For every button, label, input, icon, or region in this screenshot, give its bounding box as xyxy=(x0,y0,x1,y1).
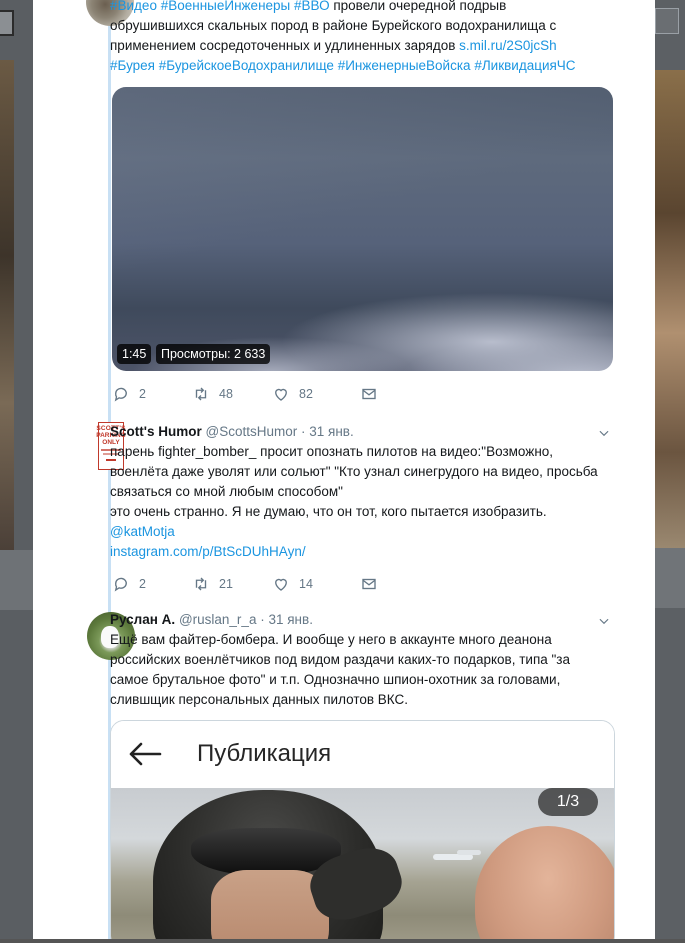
tweet-line: Ещё вам файтер-бомбера. И вообще у него … xyxy=(110,632,552,647)
tweet-text-segment: провели очередной подрыв xyxy=(329,0,507,13)
image-counter: 1/3 xyxy=(538,788,598,816)
like-count: 14 xyxy=(299,577,313,591)
reply-count: 2 xyxy=(139,387,146,401)
hashtag-link[interactable]: #Бурея xyxy=(110,58,155,73)
heart-icon xyxy=(275,388,287,401)
author-handle[interactable]: @ScottsHumor xyxy=(205,424,297,439)
author-name[interactable]: Руслан А. xyxy=(110,612,175,627)
tweet-header: Scott's Humor @ScottsHumor · 31 янв. xyxy=(110,422,354,442)
separator: · xyxy=(300,424,306,439)
aircraft-shape xyxy=(457,850,481,855)
background-left-edge xyxy=(0,0,33,943)
tweet-text: парень fighter_bomber_ просит опознать п… xyxy=(110,442,650,562)
video-frame xyxy=(112,87,613,371)
back-arrow-icon xyxy=(127,739,163,769)
tweet-line: российских военлётчиков под видом раздач… xyxy=(110,652,571,667)
instagram-header: Публикация xyxy=(111,721,614,787)
tweet-menu-button[interactable] xyxy=(597,614,611,628)
background-photo xyxy=(655,70,685,548)
like-count: 82 xyxy=(299,387,313,401)
reply-icon xyxy=(114,577,127,592)
video-views-badge: Просмотры: 2 633 xyxy=(156,344,271,364)
reply-button[interactable]: 2 xyxy=(112,385,192,403)
chevron-down-icon xyxy=(599,430,609,437)
separator: · xyxy=(260,612,265,627)
reply-icon xyxy=(114,387,127,402)
tweet-thread-panel: #Видео #ВоенныеИнженеры #ВВО провели оче… xyxy=(33,0,655,943)
tweet-line: связаться со мной любым способом" xyxy=(110,484,343,499)
video-player[interactable]: 1:45 Просмотры: 2 633 xyxy=(112,87,613,371)
instagram-title: Публикация xyxy=(197,740,332,767)
direct-message-button[interactable] xyxy=(360,385,378,403)
tweet-line: применением сосредоточенных и удлиненных… xyxy=(110,36,650,56)
tweet-text-segment: применением сосредоточенных и удлиненных… xyxy=(110,38,460,53)
instagram-screenshot[interactable]: Публикация 1/3 xyxy=(110,720,615,943)
background-band xyxy=(0,550,33,610)
background-right-edge xyxy=(655,0,685,943)
background-button xyxy=(655,8,679,34)
direct-message-button[interactable] xyxy=(360,575,378,593)
tweet-actions: 2 48 82 xyxy=(112,384,378,404)
hashtag-link[interactable]: #ВВО xyxy=(294,0,330,13)
retweet-count: 48 xyxy=(219,387,233,401)
hashtag-link[interactable]: #ВоенныеИнженеры xyxy=(161,0,291,13)
envelope-icon xyxy=(362,578,376,590)
heart-icon xyxy=(275,578,287,591)
retweet-count: 21 xyxy=(219,577,233,591)
background-band xyxy=(655,548,685,608)
pilot-photo: 1/3 xyxy=(111,788,614,943)
tweet-menu-button[interactable] xyxy=(597,426,611,440)
tweet-line: военлёта даже уволят или сольют" "Кто уз… xyxy=(110,464,598,479)
tweet-actions: 2 21 14 xyxy=(112,574,378,594)
background-photo xyxy=(0,60,14,550)
envelope-icon xyxy=(362,388,376,400)
hashtag-link[interactable]: #ЛиквидацияЧС xyxy=(474,58,575,73)
chevron-down-icon xyxy=(599,618,609,625)
retweet-button[interactable]: 21 xyxy=(192,575,272,593)
tweet-header: Руслан А. @ruslan_r_a · 31 янв. xyxy=(110,610,313,630)
reply-count: 2 xyxy=(139,577,146,591)
tweet-line: обрушившихся скальных пород в районе Бур… xyxy=(110,16,650,36)
tweet-text: Ещё вам файтер-бомбера. И вообще у него … xyxy=(110,630,650,710)
retweet-icon xyxy=(195,577,207,591)
second-person xyxy=(475,826,614,943)
tweet-line: самое брутальное фото" и т.п. Однозначно… xyxy=(110,672,561,687)
tweet-date[interactable]: 31 янв. xyxy=(309,424,353,439)
video-duration-badge: 1:45 xyxy=(117,344,152,364)
tweet-text-segment: обрушившихся скальных пород в районе Бур… xyxy=(110,18,557,33)
reply-button[interactable]: 2 xyxy=(112,575,192,593)
tweet-line: #Бурея #БурейскоеВодохранилище #Инженерн… xyxy=(110,56,650,76)
retweet-button[interactable]: 48 xyxy=(192,385,272,403)
retweet-icon xyxy=(195,387,207,401)
tweet-date[interactable]: 31 янв. xyxy=(268,612,312,627)
tweet-line: #Видео #ВоенныеИнженеры #ВВО провели оче… xyxy=(110,0,650,16)
url-link[interactable]: s.mil.ru/2S0jcSh xyxy=(459,38,557,53)
mention-link[interactable]: @katMotja xyxy=(110,522,650,542)
tweet-text: #Видео #ВоенныеИнженеры #ВВО провели оче… xyxy=(110,0,650,76)
like-button[interactable]: 14 xyxy=(272,575,360,593)
like-button[interactable]: 82 xyxy=(272,385,360,403)
hashtag-link[interactable]: #Видео xyxy=(110,0,157,13)
instagram-link[interactable]: instagram.com/p/BtScDUhHAyn/ xyxy=(110,542,650,562)
hashtag-link[interactable]: #БурейскоеВодохранилище xyxy=(159,58,334,73)
author-name[interactable]: Scott's Humor xyxy=(110,424,202,439)
window-bottom-edge xyxy=(0,939,685,943)
tweet-line: парень fighter_bomber_ просит опознать п… xyxy=(110,444,554,459)
envelope-icon xyxy=(0,10,14,36)
author-handle[interactable]: @ruslan_r_a xyxy=(179,612,257,627)
hashtag-link[interactable]: #ИнженерныеВойска xyxy=(338,58,471,73)
tweet-line: слившщик персональных данных пилотов ВКС… xyxy=(110,692,409,707)
tweet-line: это очень странно. Я не думаю, что он то… xyxy=(110,504,547,519)
